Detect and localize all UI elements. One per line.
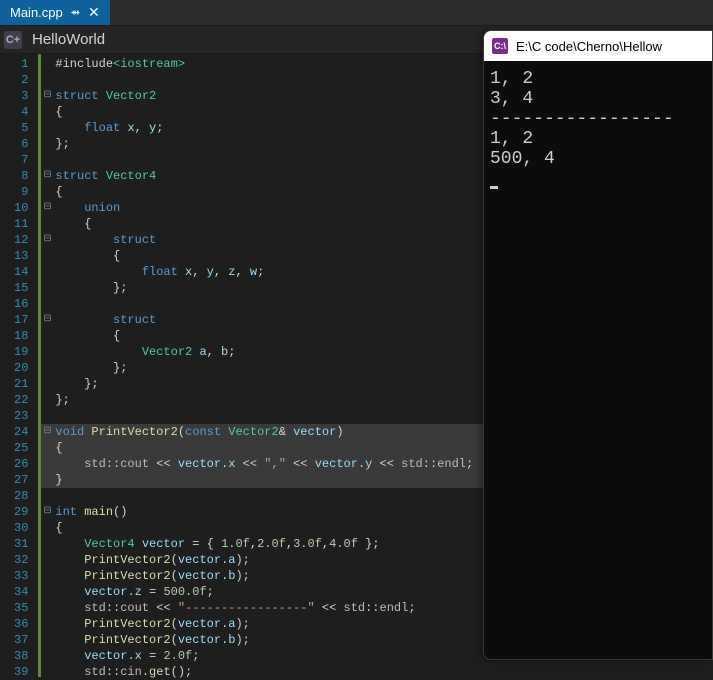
line-number: 14: [14, 264, 28, 280]
fold-spacer: [41, 392, 53, 408]
console-line: -----------------: [490, 109, 706, 129]
fold-spacer: [41, 56, 53, 72]
line-number: 3: [14, 88, 28, 104]
line-number: 4: [14, 104, 28, 120]
fold-spacer: [41, 632, 53, 648]
line-number: 27: [14, 472, 28, 488]
pin-icon[interactable]: ⇴: [71, 6, 80, 19]
line-number: 20: [14, 360, 28, 376]
line-number: 16: [14, 296, 28, 312]
line-number: 18: [14, 328, 28, 344]
active-tab[interactable]: Main.cpp ⇴ ✕: [0, 0, 110, 25]
fold-spacer: [41, 456, 53, 472]
fold-spacer: [41, 648, 53, 664]
line-number: 37: [14, 632, 28, 648]
line-number: 1: [14, 56, 28, 72]
fold-toggle-icon[interactable]: ⊟: [41, 424, 53, 440]
fold-toggle-icon[interactable]: ⊟: [41, 504, 53, 520]
fold-spacer: [41, 584, 53, 600]
fold-toggle-icon[interactable]: ⊟: [41, 88, 53, 104]
close-icon[interactable]: ✕: [88, 4, 100, 21]
fold-spacer: [41, 216, 53, 232]
line-number: 6: [14, 136, 28, 152]
fold-spacer: [41, 120, 53, 136]
fold-spacer: [41, 600, 53, 616]
line-number: 33: [14, 568, 28, 584]
line-number: 13: [14, 248, 28, 264]
fold-spacer: [41, 184, 53, 200]
line-number: 22: [14, 392, 28, 408]
line-number: 2: [14, 72, 28, 88]
line-number: 12: [14, 232, 28, 248]
console-line: 500, 4: [490, 149, 706, 169]
line-number: 26: [14, 456, 28, 472]
line-number: 24: [14, 424, 28, 440]
console-window: C:\ E:\C code\Cherno\Hellow 1, 23, 4----…: [483, 30, 713, 660]
fold-spacer: [41, 440, 53, 456]
console-icon: C:\: [492, 38, 508, 54]
line-number: 32: [14, 552, 28, 568]
fold-spacer: [41, 616, 53, 632]
fold-spacer: [41, 376, 53, 392]
fold-toggle-icon[interactable]: ⊟: [41, 232, 53, 248]
line-number: 23: [14, 408, 28, 424]
line-number: 19: [14, 344, 28, 360]
fold-spacer: [41, 568, 53, 584]
fold-spacer: [41, 72, 53, 88]
fold-spacer: [41, 280, 53, 296]
console-line: 1, 2: [490, 129, 706, 149]
line-number: 34: [14, 584, 28, 600]
tab-filename: Main.cpp: [10, 5, 63, 20]
console-cursor: [490, 186, 498, 189]
fold-toggle-icon[interactable]: ⊟: [41, 168, 53, 184]
fold-spacer: [41, 360, 53, 376]
console-titlebar[interactable]: C:\ E:\C code\Cherno\Hellow: [484, 31, 712, 61]
fold-spacer: [41, 296, 53, 312]
fold-spacer: [41, 264, 53, 280]
fold-spacer: [41, 520, 53, 536]
fold-spacer: [41, 552, 53, 568]
fold-toggle-icon[interactable]: ⊟: [41, 200, 53, 216]
line-number: 30: [14, 520, 28, 536]
console-output: 1, 23, 4-----------------1, 2500, 4: [484, 61, 712, 197]
fold-spacer: [41, 152, 53, 168]
fold-spacer: [41, 344, 53, 360]
line-number: 29: [14, 504, 28, 520]
fold-spacer: [41, 248, 53, 264]
line-number: 28: [14, 488, 28, 504]
line-number: 10: [14, 200, 28, 216]
fold-spacer: [41, 472, 53, 488]
line-number: 5: [14, 120, 28, 136]
line-number: 25: [14, 440, 28, 456]
line-number: 11: [14, 216, 28, 232]
code-line[interactable]: std::cin.get();: [41, 664, 713, 680]
line-number: 7: [14, 152, 28, 168]
line-number: 38: [14, 648, 28, 664]
line-number: 15: [14, 280, 28, 296]
tab-bar: Main.cpp ⇴ ✕: [0, 0, 713, 26]
fold-toggle-icon[interactable]: ⊟: [41, 312, 53, 328]
console-title-text: E:\C code\Cherno\Hellow: [516, 39, 662, 54]
fold-spacer: [41, 664, 53, 680]
fold-spacer: [41, 104, 53, 120]
line-number: 21: [14, 376, 28, 392]
line-number: 36: [14, 616, 28, 632]
line-number: 35: [14, 600, 28, 616]
line-number: 9: [14, 184, 28, 200]
console-line: 3, 4: [490, 89, 706, 109]
fold-spacer: [41, 488, 53, 504]
console-line: 1, 2: [490, 69, 706, 89]
line-number: 31: [14, 536, 28, 552]
line-number: 39: [14, 664, 28, 680]
fold-spacer: [41, 136, 53, 152]
cpp-project-icon: C+: [4, 31, 22, 49]
fold-spacer: [41, 536, 53, 552]
fold-spacer: [41, 328, 53, 344]
line-number-gutter: 1234567891011121314151617181920212223242…: [0, 54, 38, 677]
line-number: 8: [14, 168, 28, 184]
fold-spacer: [41, 408, 53, 424]
line-number: 17: [14, 312, 28, 328]
